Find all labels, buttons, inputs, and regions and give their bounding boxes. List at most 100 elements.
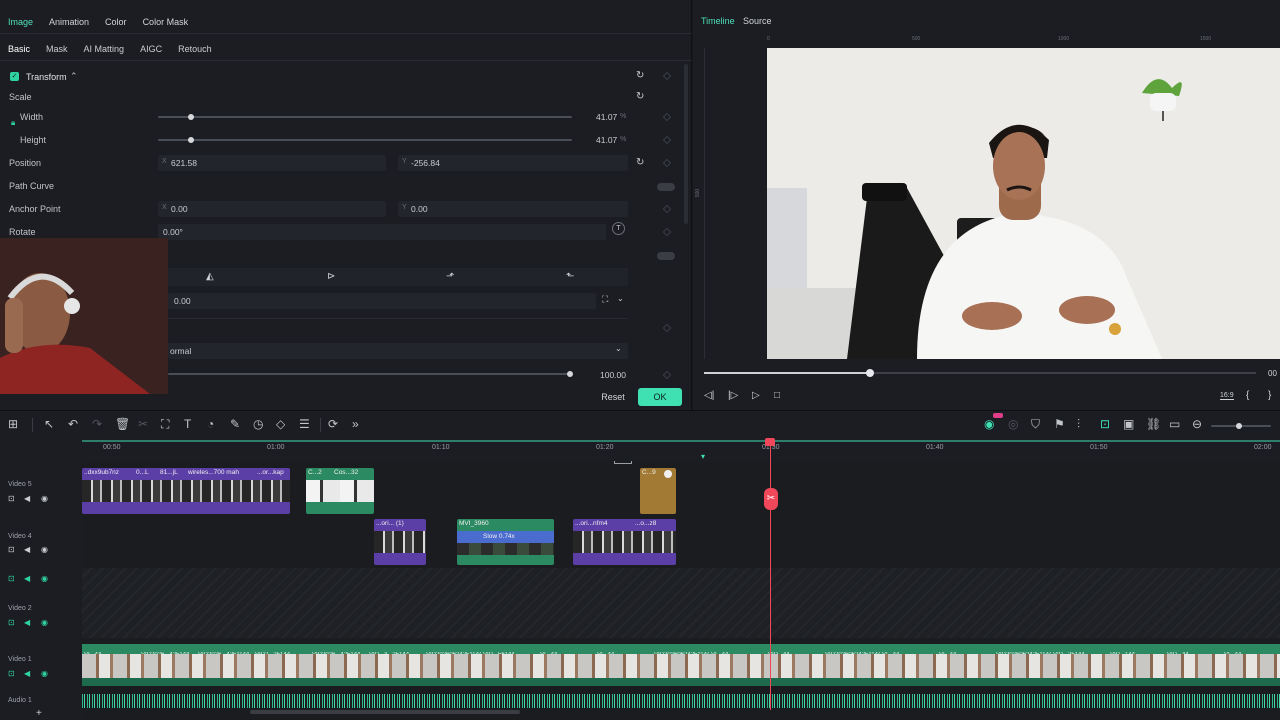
panel-scrollbar[interactable] <box>684 64 688 224</box>
opacity-slider-thumb[interactable] <box>567 371 573 377</box>
tab-color[interactable]: Color <box>97 12 135 34</box>
reset-button[interactable]: Reset <box>596 389 630 405</box>
lock-icon[interactable]: ⊡ <box>8 618 15 627</box>
eye-icon[interactable]: ◉ <box>41 618 48 627</box>
blend-mode-select[interactable]: ormal <box>168 343 628 359</box>
speed-icon[interactable]: ◷ <box>253 417 263 431</box>
mute-icon[interactable]: ◀ <box>24 669 30 678</box>
timeline-clip[interactable]: C...2 Cos...32 <box>306 468 374 514</box>
subtab-basic[interactable]: Basic <box>0 40 38 60</box>
transform-reset-icon[interactable]: ↻ <box>636 70 644 81</box>
height-slider[interactable] <box>158 139 572 141</box>
transform-checkbox[interactable]: ✓ <box>10 72 19 81</box>
add-track-icon[interactable]: + <box>36 708 42 719</box>
audio1-waveform[interactable] <box>82 694 1280 708</box>
eye-icon[interactable]: ◉ <box>41 545 48 554</box>
marker-flag-icon[interactable]: ▾ <box>701 452 705 461</box>
previous-frame-icon[interactable]: ◁| <box>704 390 714 401</box>
subtab-aigc[interactable]: AIGC <box>132 40 170 60</box>
shape-icon[interactable]: ◔ <box>207 417 214 431</box>
mark-in-icon[interactable]: { <box>1246 390 1249 401</box>
chevron-down-icon[interactable]: ⌄ <box>615 344 622 353</box>
lock-icon[interactable]: ⊡ <box>8 574 15 583</box>
timeline-clip[interactable]: C...9 <box>640 468 676 514</box>
width-value[interactable]: 41.07 <box>596 112 617 122</box>
ai-assistant-icon[interactable]: ◉ <box>984 417 994 431</box>
lock-icon[interactable]: 🔒︎ <box>11 118 15 128</box>
position-y-field[interactable]: Y -256.84 <box>398 155 628 171</box>
aspect-ratio-label[interactable]: 16:9 <box>1220 392 1234 400</box>
playhead-handle[interactable] <box>765 438 775 446</box>
undo-icon[interactable]: ↶ <box>68 417 78 431</box>
height-value[interactable]: 41.07 <box>596 135 617 145</box>
more-icon[interactable]: » <box>352 417 359 431</box>
play-icon[interactable]: ▷ <box>752 390 760 401</box>
subtab-mask[interactable]: Mask <box>38 40 76 60</box>
timeline-clip[interactable]: ..dxx9ub7nz 0...L 81...jL wireles...700 … <box>82 468 290 514</box>
timeline-zoom-thumb[interactable] <box>1236 423 1242 429</box>
tab-timeline[interactable]: Timeline <box>701 16 735 26</box>
marker-icon[interactable]: ⚑ <box>1054 417 1065 431</box>
color-icon[interactable]: ✎ <box>230 417 240 431</box>
tab-animation[interactable]: Animation <box>41 12 97 34</box>
play-frame-icon[interactable]: |▷ <box>728 390 738 401</box>
crop-tool-icon[interactable]: ⛶ <box>161 417 169 432</box>
shield-icon[interactable]: ⛉ <box>1031 417 1040 432</box>
eye-icon[interactable]: ◉ <box>41 494 48 503</box>
eye-icon[interactable]: ◉ <box>41 669 48 678</box>
video1-audio-strip[interactable] <box>82 678 1280 686</box>
position-x-field[interactable]: X 621.58 <box>158 155 386 171</box>
snap-icon[interactable]: ⊡ <box>1100 417 1110 431</box>
pip-icon[interactable]: ▣ <box>1123 417 1134 431</box>
lock-icon[interactable]: ⊡ <box>8 545 15 554</box>
video-preview-frame[interactable] <box>767 48 1280 359</box>
opacity-value[interactable]: 100.00 <box>600 370 626 380</box>
lock-icon[interactable]: ⊡ <box>8 494 15 503</box>
adjust-icon[interactable]: ☰ <box>299 417 310 431</box>
rotate-left-icon[interactable]: ⬑ <box>566 271 574 282</box>
record-icon[interactable]: ◎ <box>1008 417 1018 431</box>
rotate-dial-icon[interactable]: T <box>612 222 625 235</box>
tab-source[interactable]: Source <box>743 16 772 26</box>
subtab-ai-matting[interactable]: AI Matting <box>76 40 133 60</box>
flip-vertical-icon[interactable]: ⊳ <box>327 271 335 282</box>
tab-color-mask[interactable]: Color Mask <box>135 12 197 34</box>
mute-icon[interactable]: ◀ <box>24 574 30 583</box>
redo-icon[interactable]: ↷ <box>92 417 102 431</box>
flip-horizontal-icon[interactable]: ◭ <box>206 271 214 282</box>
toggle-switch[interactable] <box>657 252 675 260</box>
ok-button[interactable]: OK <box>638 388 682 406</box>
tab-image[interactable]: Image <box>0 12 41 34</box>
scale-reset-icon[interactable]: ↻ <box>636 91 644 102</box>
mute-icon[interactable]: ◀ <box>24 545 30 554</box>
mute-icon[interactable]: ◀ <box>24 618 30 627</box>
chevron-up-icon[interactable]: ⌃ <box>70 71 78 82</box>
keyframe-tool-icon[interactable]: ◇ <box>276 417 285 431</box>
position-reset-icon[interactable]: ↻ <box>636 157 644 168</box>
text-tool-icon[interactable]: T <box>184 417 191 431</box>
anchor-y-field[interactable]: Y 0.00 <box>398 201 628 217</box>
fit-icon[interactable]: ▭ <box>1169 417 1180 431</box>
scissors-icon[interactable]: ✂ <box>764 488 778 510</box>
stop-icon[interactable]: □ <box>774 390 780 401</box>
timeline-clip[interactable]: ...ori...nfm4 ...o...z8 <box>573 519 676 565</box>
link-icon[interactable]: ⛓︎ <box>1146 417 1161 431</box>
lock-icon[interactable]: ⊡ <box>8 669 15 678</box>
ai-icon[interactable]: ⟳ <box>328 417 338 431</box>
playhead-line[interactable] <box>770 440 771 710</box>
video1-thumbnail-strip[interactable] <box>82 654 1280 678</box>
eye-icon[interactable]: ◉ <box>41 574 48 583</box>
layout-grid-icon[interactable]: ⊞ <box>8 417 18 431</box>
split-icon[interactable]: ✂ <box>138 417 148 431</box>
select-tool-icon[interactable]: ↖ <box>44 417 54 431</box>
preview-scrubber-thumb[interactable] <box>865 369 874 377</box>
chevron-down-icon[interactable]: ⌄ <box>617 294 624 303</box>
subtab-retouch[interactable]: Retouch <box>170 40 220 60</box>
timeline-clip[interactable]: MVI_3960 Slow 0.74x <box>457 519 554 565</box>
rotate-field[interactable]: 0.00° <box>158 224 606 240</box>
mute-icon[interactable]: ◀ <box>24 494 30 503</box>
empty-track-lane[interactable] <box>82 568 1280 638</box>
delete-icon[interactable]: 🗑︎ <box>115 417 130 431</box>
transition-marker[interactable] <box>614 461 632 464</box>
anchor-x-field[interactable]: X 0.00 <box>158 201 386 217</box>
